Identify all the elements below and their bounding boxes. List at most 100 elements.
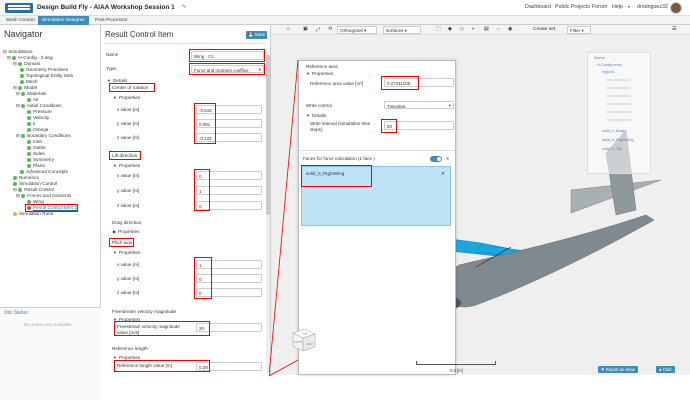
axis-label-right: RIGHT	[306, 343, 314, 346]
simulation-tree: ⊟ Simulations ⊟ H-Config - 3 deg ⊟ Domai…	[3, 49, 100, 309]
faces-toggle[interactable]	[430, 156, 442, 162]
write-control-label: Write control	[306, 103, 332, 108]
pitch-z-label: z value [m]	[117, 290, 140, 295]
highlight-lift-direction	[109, 151, 141, 160]
scene-item[interactable]: boundingBox2	[607, 86, 631, 90]
project-title: Design Build Fly - AIAA Workshop Session…	[37, 4, 175, 11]
scene-item[interactable]: region1	[602, 70, 615, 74]
hide-icon[interactable]: ◐	[472, 27, 475, 32]
fuselage[interactable]	[442, 214, 655, 308]
report-issue-button[interactable]: ⚑ Report an issue	[598, 366, 639, 373]
highlight-write-interval	[381, 119, 397, 133]
highlight-type	[189, 63, 265, 75]
projection-select[interactable]: Orthogonal ▾	[337, 26, 377, 34]
scene-item[interactable]: boundingBox4	[607, 102, 631, 106]
highlight-pitch-axis	[109, 238, 134, 247]
help-chevron-icon[interactable]: ▾	[628, 4, 630, 9]
type-label: Type	[106, 66, 116, 71]
reference-area-panel: Reference area ▼ Properties Reference are…	[298, 60, 456, 375]
scene-item[interactable]: H-Config mesh	[597, 63, 622, 67]
divider	[299, 150, 455, 151]
scene-item[interactable]: solid_0_Tail	[602, 147, 622, 151]
edit-title-icon[interactable]: ✎	[182, 4, 186, 10]
job-status-title: Job Status	[4, 310, 28, 316]
scene-item[interactable]: solid_0_Body	[602, 129, 625, 133]
scene-title: Scene	[594, 56, 605, 60]
camera-icon[interactable]: ◉	[508, 27, 512, 32]
highlight-ref-area	[381, 76, 419, 90]
write-control-select[interactable]: Timestep	[384, 101, 454, 109]
nav-help[interactable]: Help	[612, 4, 623, 10]
solid-select-icon[interactable]: ◇	[460, 27, 464, 32]
cor-y-label: y value [m]	[117, 121, 140, 126]
divider	[104, 43, 266, 44]
drag-direction-title: Drag direction	[112, 220, 142, 225]
scene-item[interactable]: boundingBox6	[607, 118, 631, 122]
scene-item[interactable]: boundingBox3	[607, 94, 631, 98]
filter-select[interactable]: Filter ▾	[567, 26, 591, 34]
tree-item-simulation-runs[interactable]: Simulation Runs	[13, 211, 53, 217]
pitch-x-label: x value [m]	[117, 262, 140, 267]
highlight-freestream	[114, 321, 210, 336]
face-select-icon[interactable]: ◆	[448, 27, 452, 32]
create-set-button[interactable]: Create set	[533, 27, 555, 32]
avatar[interactable]	[670, 2, 682, 14]
scene-item[interactable]: boundingBox5	[607, 110, 631, 114]
cor-z-label: z value [m]	[117, 135, 140, 140]
chat-button[interactable]: ● Chat	[656, 366, 675, 373]
cor-properties-toggle[interactable]: ▼ Properties	[113, 95, 140, 100]
nav-forum[interactable]: Forum	[592, 4, 607, 10]
viewer-3d[interactable]: ⌂ ▣ ⤢ ⟲ Orthogonal ▾ surfaces ▾ ⬚ ◆ ◇ ◐ …	[269, 25, 690, 377]
highlight-face-item	[301, 165, 372, 187]
home-icon[interactable]: ⌂	[287, 27, 290, 32]
lift-x-label: x value [m]	[117, 173, 140, 178]
scene-item[interactable]: boundingBox1	[607, 78, 631, 82]
measure-icon[interactable]: ⇔	[496, 27, 501, 32]
tab-post-processor[interactable]: Post-Processor	[91, 16, 132, 25]
faces-title: Faces for force calculation (1 face )	[303, 156, 375, 161]
highlight-center-of-rotation	[109, 83, 155, 92]
ref-area-label: Reference area value [m²]	[310, 81, 364, 86]
menu-icon[interactable]: ☰	[672, 27, 676, 32]
write-interval-label: Write interval (simulation time steps)	[310, 121, 371, 132]
nav-public-projects[interactable]: Public Projects	[555, 4, 590, 10]
section-icon[interactable]: ▤	[484, 27, 489, 32]
ref-length-title: Reference length	[112, 346, 148, 351]
job-status-empty: No active runs available	[24, 322, 72, 327]
name-label: Name	[106, 52, 119, 57]
rotate-icon[interactable]: ⟲	[328, 27, 332, 32]
navigator-panel: Navigator ⊟ Simulations ⊟ H-Config - 3 d…	[0, 25, 101, 400]
axis-label-top: TOP	[303, 333, 308, 336]
select-box-icon[interactable]: ⬚	[436, 27, 441, 32]
axis-label-front: FRONT	[294, 341, 303, 344]
view-cube-icon[interactable]: ▣	[303, 27, 308, 32]
remove-face-icon[interactable]: ✕	[441, 171, 445, 177]
simscale-logo[interactable]	[5, 3, 33, 13]
drag-properties-toggle[interactable]: ▶ Properties	[113, 229, 139, 234]
highlight-pitch-values	[194, 257, 212, 299]
ref-area-properties-toggle[interactable]: ▼ Properties	[306, 71, 333, 76]
scale-label: 0.5 [m]	[450, 368, 463, 373]
tree-item-boundary-conditions[interactable]: ⊟ Boundary Conditions	[16, 133, 71, 139]
tab-mesh-creator[interactable]: Mesh Creator	[2, 16, 39, 25]
scene-item[interactable]: solid_0_RightWing	[602, 138, 634, 142]
panel-title: Result Control Item	[105, 30, 174, 39]
job-status-panel: Job Status No active runs available	[0, 307, 101, 400]
orientation-cube[interactable]: TOP FRONT RIGHT	[289, 325, 317, 353]
result-control-panel: Result Control Item 💾 Save Name Wing - C…	[101, 25, 271, 375]
faces-delete-icon[interactable]: ✕	[446, 156, 449, 161]
lift-properties-toggle[interactable]: ▼ Properties	[113, 163, 140, 168]
save-button[interactable]: 💾 Save	[246, 31, 267, 39]
cor-x-label: x value [m]	[117, 107, 140, 112]
lift-y-label: y value [m]	[117, 188, 140, 193]
pitch-y-label: y value [m]	[117, 276, 140, 281]
write-details-toggle[interactable]: ▼ Details	[306, 113, 326, 118]
scene-tree-panel: Scene H-Config mesh region1 boundingBox1…	[587, 52, 651, 174]
render-mode-select[interactable]: surfaces ▾	[383, 26, 421, 34]
user-name[interactable]: drodriguez32	[637, 4, 668, 10]
tab-simulation-designer[interactable]: Simulation Designer	[38, 16, 89, 25]
viewer-toolbar: ⌂ ▣ ⤢ ⟲ Orthogonal ▾ surfaces ▾ ⬚ ◆ ◇ ◐ …	[271, 25, 690, 35]
fit-icon[interactable]: ⤢	[316, 27, 320, 33]
nav-dashboard[interactable]: Dashboard	[525, 4, 551, 10]
pitch-properties-toggle[interactable]: ▼ Properties	[113, 250, 140, 255]
